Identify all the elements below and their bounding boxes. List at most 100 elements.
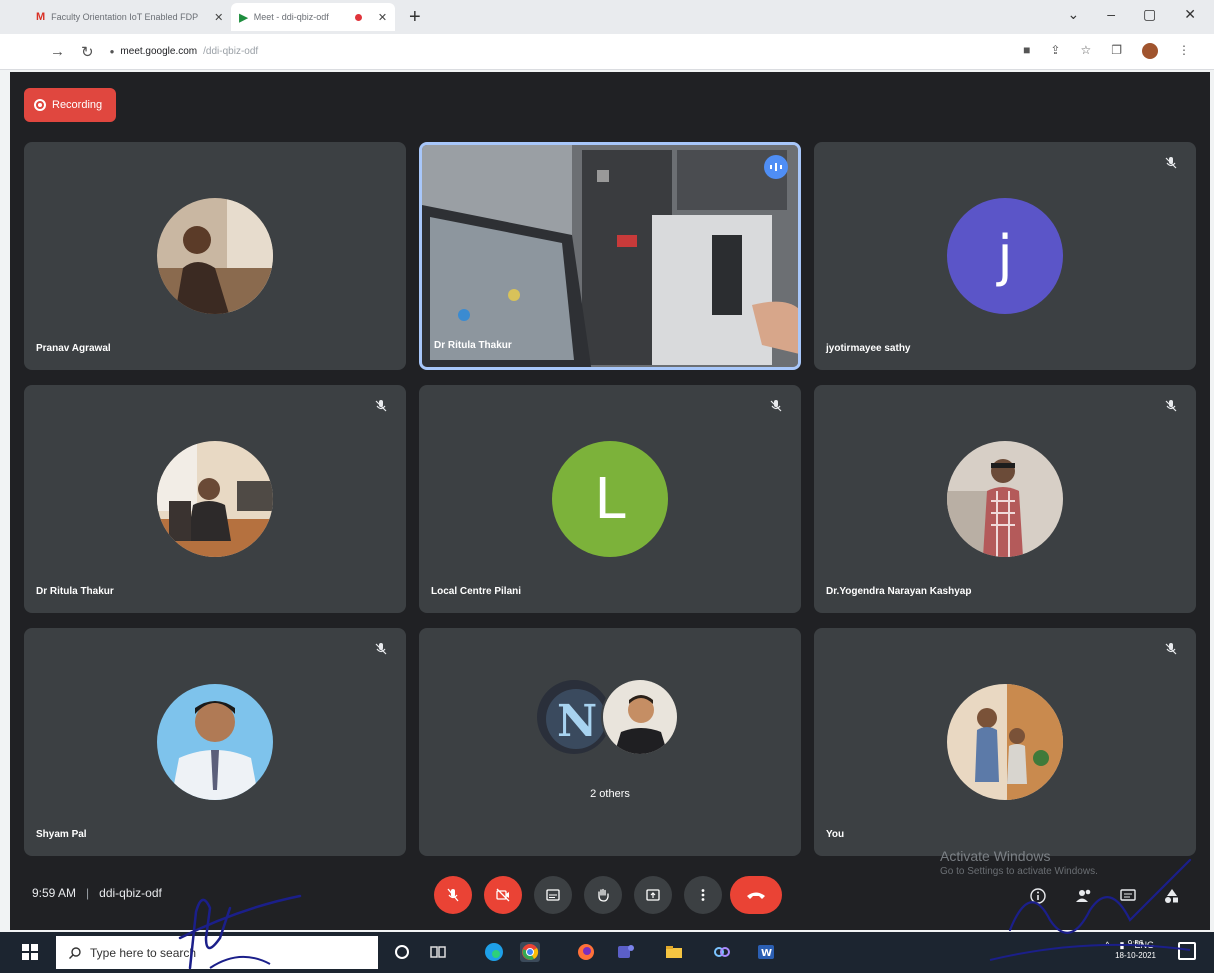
avatar: j	[947, 198, 1063, 314]
tab-meet[interactable]: ▶ Meet - ddi-qbiz-odf ✕	[231, 3, 396, 31]
meeting-details-button[interactable]	[1028, 886, 1048, 906]
mic-off-icon	[1165, 400, 1177, 412]
clock-time: 9:56	[1127, 939, 1144, 948]
close-window-button[interactable]: ✕	[1184, 6, 1196, 23]
url-path: /ddi-qbiz-odf	[203, 46, 259, 57]
avatar	[601, 678, 679, 756]
others-avatars: N	[535, 678, 685, 758]
more-vert-icon	[701, 889, 705, 901]
mic-toggle-button[interactable]	[434, 876, 472, 914]
avatar: L	[552, 441, 668, 557]
more-menu-icon[interactable]: ⋮	[1178, 43, 1190, 59]
url-field[interactable]: ● meet.google.com /ddi-qbiz-odf	[110, 46, 259, 57]
captions-button[interactable]	[534, 876, 572, 914]
recording-chip[interactable]: Recording	[24, 88, 117, 122]
camera-toggle-button[interactable]	[484, 876, 522, 914]
tab-search-icon[interactable]: ⌄	[1068, 6, 1080, 23]
recording-indicator-icon	[354, 13, 362, 21]
profile-avatar[interactable]	[1142, 43, 1158, 59]
mic-off-icon	[447, 888, 459, 902]
mic-off-icon	[770, 400, 782, 412]
avatar	[947, 441, 1063, 557]
tab-gmail[interactable]: M Faculty Orientation IoT Enabled FDP ✕	[28, 3, 231, 31]
more-options-button[interactable]	[684, 876, 722, 914]
minimize-button[interactable]: –	[1107, 6, 1115, 23]
present-icon	[646, 889, 660, 901]
firefox-icon[interactable]	[576, 942, 596, 962]
close-tab-icon[interactable]: ✕	[214, 11, 223, 24]
url-host: meet.google.com	[120, 46, 198, 57]
leave-call-button[interactable]	[730, 876, 782, 914]
participant-tile[interactable]: L Local Centre Pilani	[419, 385, 801, 613]
camera-icon[interactable]: ■	[1023, 43, 1030, 59]
participant-tile[interactable]: Dr Ritula Thakur	[24, 385, 406, 613]
clock-date: 18-10-2021	[1115, 951, 1156, 960]
meeting-time: 9:59 AM	[32, 886, 77, 900]
teams-icon[interactable]	[616, 942, 636, 962]
participant-name: Dr.Yogendra Narayan Kashyap	[826, 586, 972, 597]
participant-tile-self[interactable]: You	[814, 628, 1196, 856]
tab-label: Meet - ddi-qbiz-odf	[253, 12, 329, 22]
mic-off-icon	[375, 643, 387, 655]
windows-taskbar: Type here to search W ^ ▮ ENG 9:56 18-10…	[0, 932, 1214, 973]
notification-center-icon[interactable]	[1178, 942, 1196, 960]
edge-icon[interactable]	[484, 942, 504, 962]
people-button[interactable]	[1074, 886, 1094, 906]
participant-name: Dr Ritula Thakur	[36, 586, 114, 597]
taskbar-search-box[interactable]: Type here to search	[56, 936, 378, 969]
participant-tile[interactable]: Pranav Agrawal	[24, 142, 406, 370]
participant-name: Shyam Pal	[36, 829, 87, 840]
reading-list-icon[interactable]: ❐	[1111, 43, 1122, 59]
new-tab-button[interactable]: +	[409, 6, 421, 29]
participant-name: Dr Ritula Thakur	[434, 340, 512, 351]
avatar	[947, 684, 1063, 800]
record-icon	[34, 99, 46, 111]
forward-button[interactable]: →	[50, 43, 65, 60]
taskbar-clock[interactable]: 9:56 18-10-2021	[1115, 938, 1156, 962]
captions-icon	[546, 889, 560, 901]
recording-label: Recording	[52, 99, 103, 111]
screen: M Faculty Orientation IoT Enabled FDP ✕ …	[0, 0, 1214, 973]
close-tab-icon[interactable]: ✕	[378, 11, 387, 24]
file-explorer-icon[interactable]	[664, 942, 684, 962]
address-bar-icons: ■ ⇪ ☆ ❐ ⋮	[1023, 43, 1190, 59]
present-screen-button[interactable]	[634, 876, 672, 914]
share-icon[interactable]: ⇪	[1050, 43, 1060, 59]
activities-button[interactable]	[1162, 886, 1182, 906]
participant-tile[interactable]: j jyotirmayee sathy	[814, 142, 1196, 370]
meeting-info: 9:59 AM | ddi-qbiz-odf	[32, 886, 162, 900]
maximize-button[interactable]: ▢	[1143, 6, 1156, 23]
lock-icon: ●	[109, 47, 115, 56]
svg-text:N: N	[557, 696, 597, 747]
tray-chevron-icon[interactable]: ^	[1105, 940, 1109, 951]
participant-name: jyotirmayee sathy	[826, 343, 911, 354]
chrome-icon[interactable]	[520, 942, 540, 962]
people-icon	[1076, 889, 1091, 902]
avatar	[157, 441, 273, 557]
raise-hand-button[interactable]	[584, 876, 622, 914]
task-view-icon[interactable]	[428, 942, 448, 962]
participant-tile[interactable]: Shyam Pal	[24, 628, 406, 856]
participant-tile[interactable]: Dr.Yogendra Narayan Kashyap	[814, 385, 1196, 613]
reload-button[interactable]: ↻	[81, 43, 94, 61]
participant-tile-group[interactable]: N 2 others	[419, 628, 801, 856]
chat-button[interactable]	[1118, 886, 1138, 906]
divider: |	[86, 886, 90, 900]
meet-stage: Recording Pranav Agrawal Dr Ritula Thaku…	[10, 72, 1210, 930]
gmail-icon: M	[36, 11, 46, 23]
participant-name: 2 others	[590, 788, 630, 800]
participant-tile-active-speaker[interactable]: Dr Ritula Thakur	[419, 142, 801, 370]
cortana-icon[interactable]	[392, 942, 412, 962]
video-feed	[422, 145, 798, 367]
copilot-icon[interactable]	[712, 942, 732, 962]
chat-icon	[1120, 889, 1136, 901]
meet-control-bar: 9:59 AM | ddi-qbiz-odf	[10, 862, 1210, 930]
participant-name: You	[826, 829, 845, 840]
word-icon[interactable]: W	[756, 942, 776, 962]
mic-off-icon	[1165, 643, 1177, 655]
windows-start-icon[interactable]	[22, 944, 38, 960]
hang-up-icon	[747, 892, 765, 899]
mic-off-icon	[1165, 157, 1177, 169]
speaking-indicator-icon	[764, 155, 788, 179]
bookmark-star-icon[interactable]: ☆	[1080, 43, 1091, 59]
